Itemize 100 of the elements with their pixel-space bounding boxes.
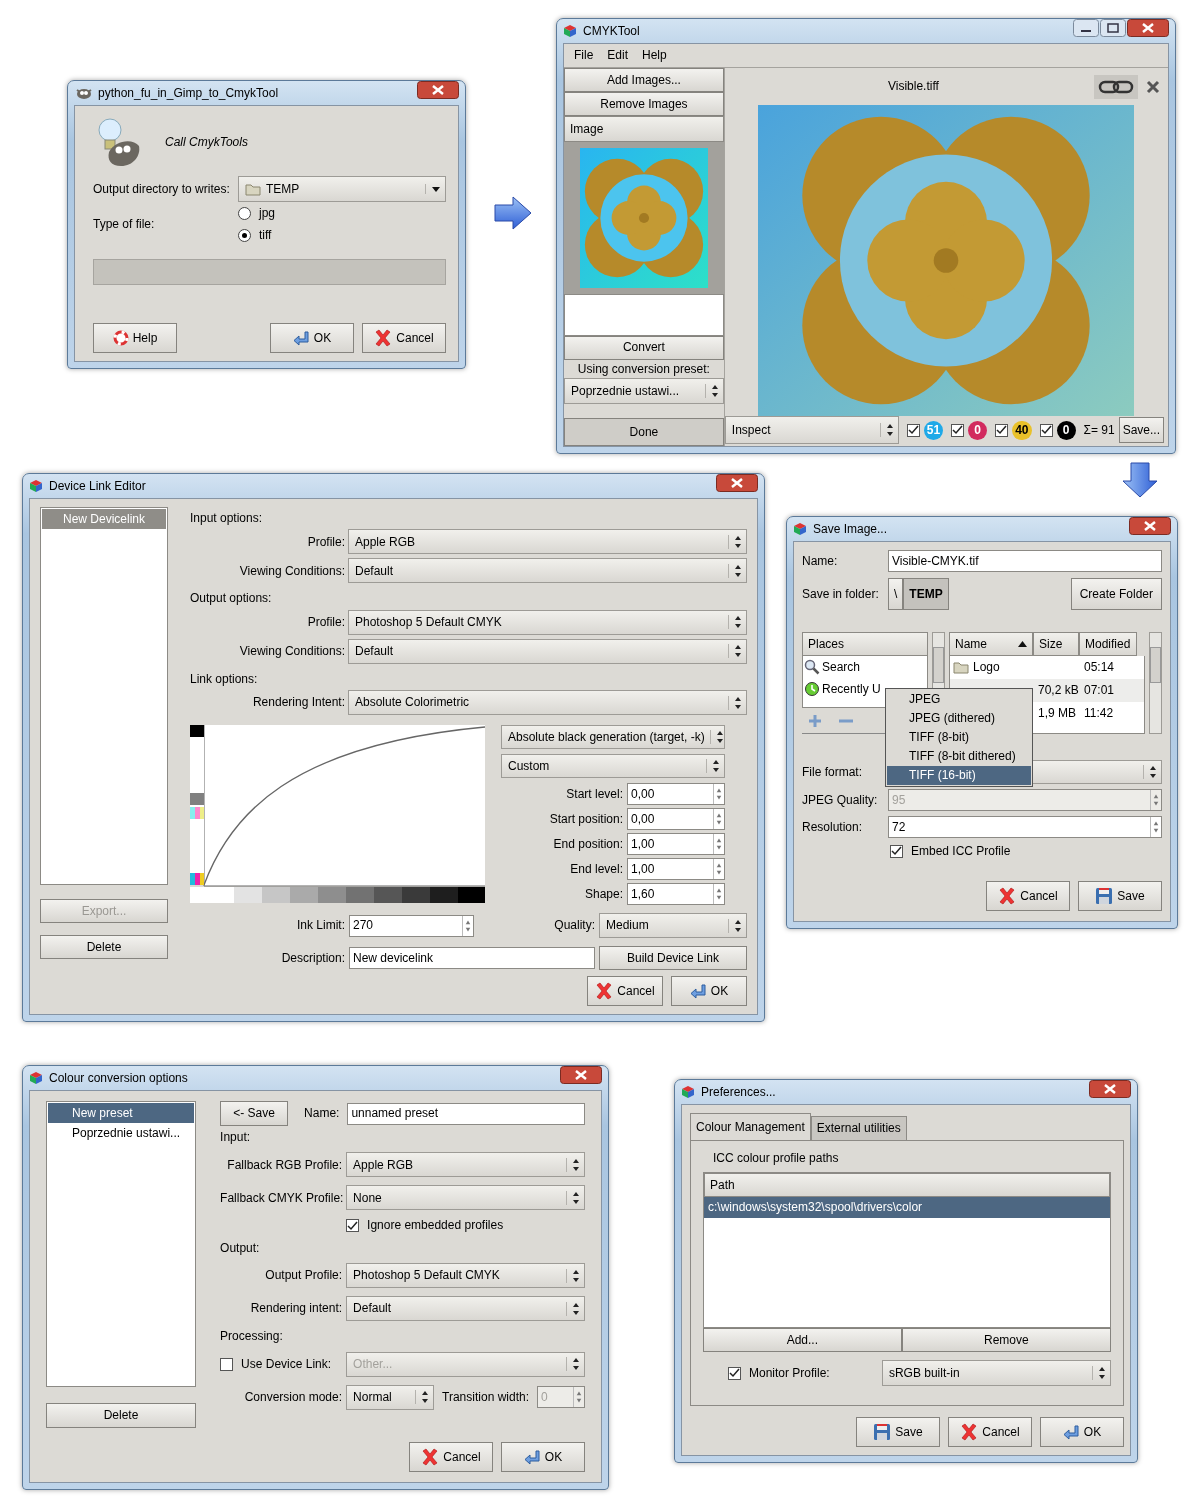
close-button[interactable]: [417, 81, 459, 99]
button[interactable]: Delete: [40, 935, 168, 959]
list-item[interactable]: New preset: [48, 1103, 195, 1124]
menu-item[interactable]: TIFF (8-bit dithered): [887, 747, 1031, 766]
button[interactable]: Cancel: [409, 1442, 493, 1472]
path-button[interactable]: \: [888, 578, 904, 610]
button[interactable]: Cancel: [587, 976, 663, 1006]
column-header[interactable]: Path: [704, 1173, 1110, 1198]
spin-field[interactable]: 270: [349, 914, 474, 937]
tab[interactable]: Colour Management: [690, 1113, 811, 1140]
checkbox-label: Ignore embedded profiles: [367, 1218, 504, 1233]
list-item[interactable]: Poprzednie ustawi...: [48, 1123, 195, 1144]
checkbox[interactable]: [995, 423, 1009, 437]
dropdown[interactable]: Absolute Colorimetric: [348, 690, 747, 716]
dropdown[interactable]: Photoshop 5 Default CMYK: [348, 609, 747, 635]
button[interactable]: OK: [671, 976, 747, 1006]
button[interactable]: Done: [564, 418, 724, 446]
menu-item[interactable]: File: [574, 48, 594, 63]
menu-item[interactable]: JPEG (dithered): [887, 709, 1031, 728]
dropdown[interactable]: Inspect: [724, 416, 899, 444]
menu-item[interactable]: JPEG: [887, 690, 1031, 709]
button[interactable]: OK: [501, 1442, 585, 1472]
dropdown[interactable]: Medium: [599, 913, 747, 939]
button[interactable]: <- Save: [220, 1101, 289, 1126]
column-header[interactable]: Places: [802, 632, 928, 656]
close-icon[interactable]: [1146, 79, 1160, 94]
close-button[interactable]: [716, 474, 758, 492]
tab[interactable]: External utilities: [810, 1116, 907, 1140]
link-toggle-button[interactable]: [1094, 74, 1138, 99]
checkbox[interactable]: [951, 423, 965, 437]
spin-field[interactable]: 0,00: [627, 783, 725, 806]
close-button[interactable]: [560, 1066, 602, 1084]
column-header[interactable]: Size: [1033, 632, 1079, 656]
column-header[interactable]: Image: [564, 116, 724, 142]
spin-field[interactable]: 1,60: [627, 883, 725, 906]
minimize-button[interactable]: [1073, 19, 1099, 37]
checkbox[interactable]: [890, 844, 903, 858]
spin-field[interactable]: 1,00: [627, 833, 725, 856]
dropdown[interactable]: Absolute black generation (target, -k): [501, 725, 725, 750]
spin-field[interactable]: 72: [888, 816, 1162, 838]
button[interactable]: Add Images...: [564, 68, 724, 92]
button[interactable]: OK: [1040, 1417, 1124, 1447]
checkbox[interactable]: [728, 1366, 741, 1380]
button[interactable]: Save...: [1118, 417, 1164, 443]
text-field[interactable]: unnamed preset: [347, 1102, 585, 1125]
button[interactable]: Convert: [564, 335, 724, 360]
radio-button[interactable]: [238, 229, 251, 243]
dropdown[interactable]: Photoshop 5 Default CMYK: [346, 1263, 585, 1289]
list-item[interactable]: c:\windows\system32\spool\drivers\color: [704, 1197, 1110, 1218]
dropdown[interactable]: Custom: [501, 754, 725, 779]
field-label: Viewing Conditions:: [238, 644, 345, 659]
button[interactable]: Save: [1078, 881, 1162, 911]
close-button[interactable]: [1089, 1080, 1131, 1098]
button[interactable]: Build Device Link: [599, 946, 747, 971]
dropdown[interactable]: sRGB built-in: [881, 1360, 1111, 1387]
check-mark-icon: [891, 846, 902, 857]
button[interactable]: Cancel: [362, 323, 446, 353]
button[interactable]: Cancel: [948, 1417, 1032, 1447]
scrollbar[interactable]: [1149, 632, 1162, 734]
checkbox[interactable]: [346, 1219, 360, 1233]
up-down-arrows-icon: [728, 918, 742, 933]
spin-field[interactable]: 1,00: [627, 858, 725, 881]
text-field[interactable]: Visible-CMYK.tif: [888, 550, 1162, 572]
up-down-arrows-icon: [566, 1190, 580, 1205]
column-header[interactable]: Name: [949, 632, 1033, 656]
list-item[interactable]: Recently U: [822, 681, 881, 697]
field-label: Using conversion preset:: [576, 360, 711, 378]
checkbox[interactable]: [906, 423, 920, 437]
dropdown[interactable]: Poprzednie ustawi...: [564, 378, 724, 404]
dropdown[interactable]: Default: [348, 558, 747, 584]
button[interactable]: Cancel: [986, 881, 1070, 911]
maximize-button[interactable]: [1100, 19, 1126, 37]
button[interactable]: OK: [270, 323, 354, 353]
dropdown[interactable]: None: [346, 1185, 585, 1211]
button[interactable]: Create Folder: [1070, 578, 1162, 610]
button[interactable]: Remove Images: [564, 92, 724, 116]
button[interactable]: Save: [856, 1417, 940, 1447]
menu-item[interactable]: TIFF (16-bit): [887, 766, 1031, 785]
close-button[interactable]: [1129, 517, 1171, 535]
button[interactable]: Add...: [703, 1328, 902, 1353]
dropdown[interactable]: Default: [348, 638, 747, 664]
column-header[interactable]: Modified: [1079, 632, 1137, 656]
button[interactable]: Remove: [901, 1328, 1111, 1353]
dropdown[interactable]: Default: [346, 1296, 585, 1322]
checkbox[interactable]: [1039, 423, 1053, 437]
return-arrow-icon: [292, 330, 310, 346]
path-button[interactable]: TEMP: [903, 578, 949, 610]
radio-button[interactable]: [238, 206, 251, 220]
text-field[interactable]: New devicelink: [349, 947, 595, 970]
list-item[interactable]: Search: [822, 659, 861, 675]
menu-item[interactable]: Edit: [607, 48, 629, 63]
dropdown[interactable]: Apple RGB: [346, 1152, 585, 1178]
menu-item[interactable]: TIFF (8-bit): [887, 728, 1031, 747]
button[interactable]: Help: [93, 323, 177, 353]
dropdown[interactable]: Apple RGB: [348, 529, 747, 555]
button[interactable]: Delete: [46, 1403, 197, 1428]
close-button[interactable]: [1127, 19, 1169, 37]
spin-field[interactable]: 0,00: [627, 808, 725, 831]
menu-item[interactable]: Help: [642, 48, 667, 63]
dropdown[interactable]: TEMP: [238, 176, 446, 202]
